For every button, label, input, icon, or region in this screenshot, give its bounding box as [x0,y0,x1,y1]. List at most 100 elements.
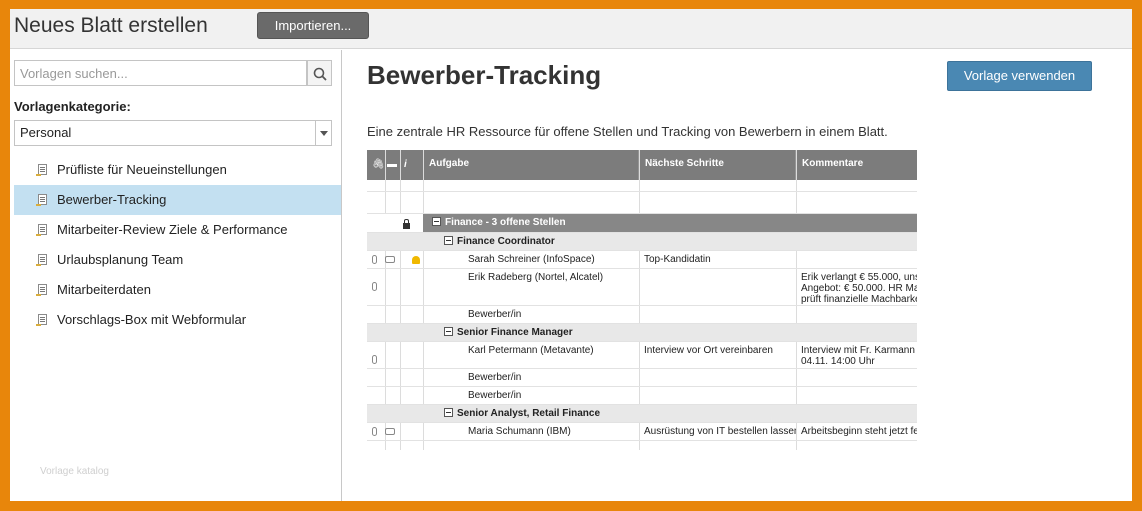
dialog-title: Neues Blatt erstellen [14,14,208,37]
footer-note: Vorlage katalog [40,466,109,477]
next-steps-cell: Top-Kandidatin [644,254,711,265]
task-cell: Senior Finance Manager [439,324,639,341]
column-header-naechste-schritte: Nächste Schritte [639,150,796,180]
sheet-icon [36,254,47,266]
template-list-item-label: Mitarbeiterdaten [57,282,151,297]
table-row[interactable]: Bewerber/in [367,306,917,324]
sheet-icon [36,284,47,296]
use-template-button[interactable]: Vorlage verwenden [947,61,1092,91]
table-row[interactable]: Maria Schumann (IBM) Ausrüstung von IT be… [367,423,917,441]
template-dialog: Neues Blatt erstellen Importieren... Vor… [10,9,1132,501]
group-row[interactable]: Senior Analyst, Retail Finance [367,405,917,423]
template-preview: 🖇 ▬ i Aufgabe Nächste Schritte Kommentar… [367,150,917,450]
next-steps-cell [639,306,796,323]
template-list-item[interactable]: Mitarbeiterdaten [14,275,341,305]
table-row[interactable]: Karl Petermann (Metavante) Interview vor … [367,342,917,369]
task-cell: Finance - 3 offene Stellen [427,214,639,232]
task-text: Senior Finance Manager [457,327,573,338]
sheet-icon [36,314,47,326]
bell-icon[interactable] [412,256,420,264]
comment-cell [796,306,917,323]
dialog-header: Neues Blatt erstellen Importieren... [10,9,1132,49]
comment-cell-line: prüft finanzielle Machbarkei [801,294,917,305]
chevron-down-icon [315,121,331,145]
template-list: Prüfliste für Neueinstellungen Bewerber-T… [14,155,341,335]
task-cell: Sarah Schreiner (InfoSpace) [468,254,595,265]
task-cell: Karl Petermann (Metavante) [468,345,594,356]
collapse-toggle-icon[interactable] [432,217,441,226]
next-steps-cell [639,387,796,404]
comment-icon[interactable] [385,428,395,435]
comment-cell: Erik verlangt € 55.000, unse Angebot: € 5… [796,269,917,305]
paperclip-icon[interactable] [372,427,377,436]
template-title: Bewerber-Tracking [367,60,602,90]
template-search [14,60,332,86]
comment-icon[interactable] [385,256,395,263]
category-select[interactable]: Personal [14,120,332,146]
lock-icon [403,219,410,229]
column-header-kommentare: Kommentare [802,158,864,169]
template-sidebar: Vorlagenkategorie: Personal Prüfliste fü… [10,50,342,501]
table-row[interactable] [367,181,917,192]
task-cell: Bewerber/in [468,372,522,383]
comment-cell-line: Angebot: € 50.000. HR Man [801,283,917,294]
task-cell: Erik Radeberg (Nortel, Alcatel) [468,272,604,283]
task-text: Senior Analyst, Retail Finance [457,408,601,419]
collapse-toggle-icon[interactable] [444,408,453,417]
task-cell: Maria Schumann (IBM) [468,426,571,437]
comment-cell [796,251,917,268]
category-select-value: Personal [20,125,72,140]
template-list-item[interactable]: Bewerber-Tracking [14,185,341,215]
template-list-item[interactable]: Mitarbeiter-Review Ziele & Performance [14,215,341,245]
table-row[interactable] [367,192,917,214]
template-list-item-label: Prüfliste für Neueinstellungen [57,162,227,177]
task-cell: Bewerber/in [468,390,522,401]
paperclip-icon[interactable] [372,255,377,264]
task-text: Finance Coordinator [457,236,555,247]
comment-cell: Arbeitsbeginn steht jetzt fes [801,426,917,437]
task-cell: Bewerber/in [468,309,522,320]
search-button[interactable] [307,60,332,86]
comment-cell [796,387,917,404]
table-row[interactable]: Erik Radeberg (Nortel, Alcatel) Erik verl… [367,269,917,306]
collapse-toggle-icon[interactable] [444,236,453,245]
search-icon [313,67,327,81]
group-row[interactable]: Finance Coordinator [367,233,917,251]
template-description: Eine zentrale HR Ressource für offene St… [367,124,888,139]
import-button[interactable]: Importieren... [257,12,369,39]
paperclip-icon[interactable] [372,355,377,364]
template-list-item-label: Vorschlags-Box mit Webformular [57,312,247,327]
section-row[interactable]: Finance - 3 offene Stellen [367,214,917,233]
group-row[interactable]: Senior Finance Manager [367,324,917,342]
task-cell: Senior Analyst, Retail Finance [439,405,639,422]
collapse-toggle-icon[interactable] [444,327,453,336]
task-text: Finance - 3 offene Stellen [445,217,566,228]
comment-cell [796,369,917,386]
info-icon: i [404,159,407,170]
comment-cell-line: 04.11. 14:00 Uhr [801,356,875,367]
sheet-icon [36,224,47,236]
template-list-item-label: Mitarbeiter-Review Ziele & Performance [57,222,288,237]
category-label: Vorlagenkategorie: [14,99,131,114]
template-list-item-label: Bewerber-Tracking [57,192,167,207]
template-detail: Bewerber-Tracking Vorlage verwenden Eine… [343,50,1132,501]
paperclip-icon: 🖇 [372,159,385,170]
column-header-aufgabe: Aufgabe [423,150,639,180]
template-list-item[interactable]: Vorschlags-Box mit Webformular [14,305,341,335]
comment-icon: ▬ [387,159,397,170]
comment-cell-line: Erik verlangt € 55.000, unse [801,272,917,283]
template-search-input[interactable] [14,60,307,86]
sheet-icon [36,194,47,206]
preview-header: 🖇 ▬ i Aufgabe Nächste Schritte Kommentar… [367,150,917,180]
table-row[interactable]: Bewerber/in [367,369,917,387]
sheet-icon [36,164,47,176]
next-steps-cell [639,269,796,305]
next-steps-cell: Ausrüstung von IT bestellen lassen [644,426,796,437]
template-list-item[interactable]: Prüfliste für Neueinstellungen [14,155,341,185]
comment-cell: Interview mit Fr. Karmann a 04.11. 14:00 … [796,342,917,368]
template-list-item[interactable]: Urlaubsplanung Team [14,245,341,275]
paperclip-icon[interactable] [372,282,377,291]
table-row[interactable]: Sarah Schreiner (InfoSpace) Top-Kandidati… [367,251,917,269]
next-steps-cell [639,369,796,386]
table-row[interactable]: Bewerber/in [367,387,917,405]
